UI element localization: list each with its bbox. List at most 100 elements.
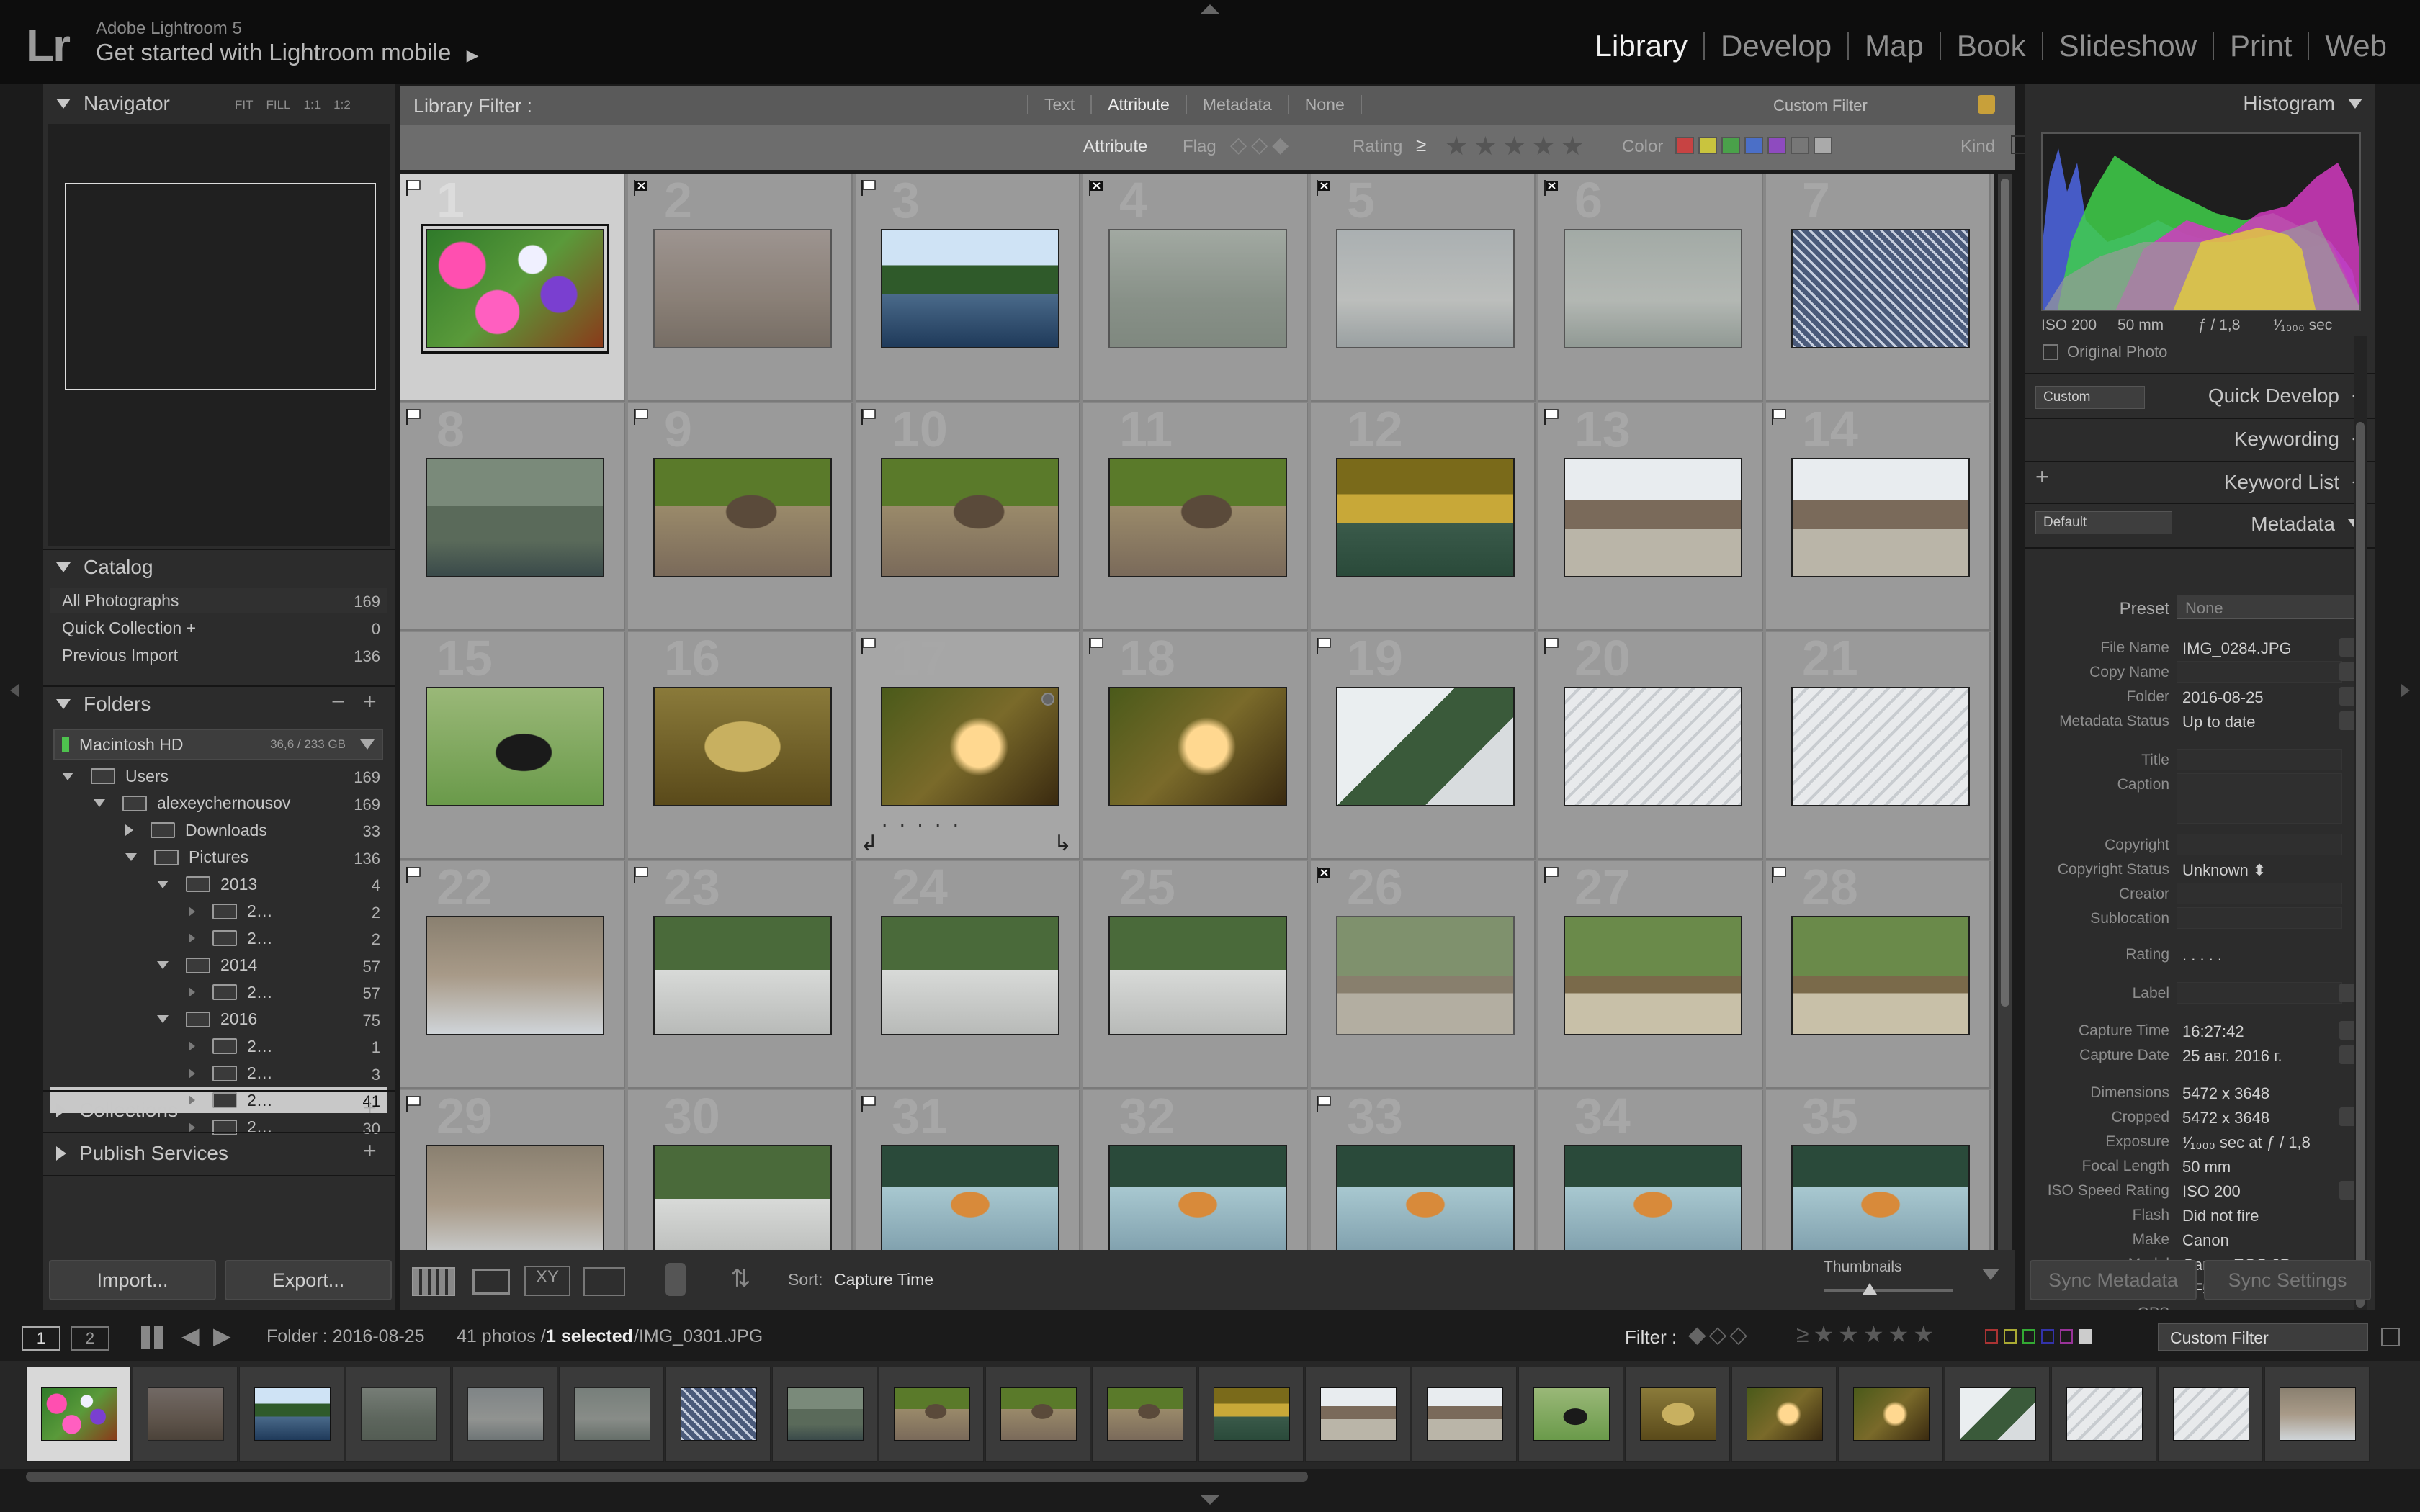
- reject-flag-icon[interactable]: [1315, 179, 1332, 197]
- folder-item[interactable]: 2013 4: [50, 871, 387, 897]
- rating-operator[interactable]: ≥: [1416, 134, 1426, 156]
- right-panel-scrollbar[interactable]: [2354, 336, 2367, 1315]
- publish-services-header[interactable]: Publish Services: [56, 1142, 228, 1165]
- photo-thumbnail[interactable]: [1108, 229, 1287, 348]
- color-swatch[interactable]: [1791, 137, 1809, 154]
- disclosure-triangle-icon[interactable]: [189, 1041, 195, 1051]
- module-develop[interactable]: Develop: [1703, 31, 1847, 61]
- photo-thumbnail[interactable]: [1108, 916, 1287, 1035]
- photo-thumbnail[interactable]: [421, 224, 609, 354]
- grid-cell[interactable]: 27: [1538, 860, 1763, 1089]
- metadata-field[interactable]: [2177, 907, 2342, 929]
- filter-tab-attribute[interactable]: Attribute: [1090, 95, 1186, 114]
- keywording-header[interactable]: Keywording: [2234, 428, 2362, 451]
- grid-scrollbar-thumb[interactable]: [2001, 179, 2009, 1007]
- metadata-field[interactable]: [2177, 883, 2342, 904]
- grid-cell[interactable]: 34: [1538, 1089, 1763, 1250]
- grid-cell[interactable]: 35: [1766, 1089, 1991, 1250]
- filmstrip-image[interactable]: [1640, 1387, 1716, 1441]
- grid-cell[interactable]: 6: [1538, 174, 1763, 402]
- filmstrip-color-filter[interactable]: [1985, 1329, 2092, 1344]
- navigator-preview-area[interactable]: [48, 124, 390, 546]
- module-map[interactable]: Map: [1847, 31, 1940, 61]
- filmstrip-image[interactable]: [1960, 1387, 2036, 1441]
- photo-thumbnail[interactable]: [1564, 229, 1742, 348]
- disclosure-triangle-icon[interactable]: [189, 1122, 195, 1133]
- photo-thumbnail[interactable]: [1791, 458, 1970, 577]
- grid-view-icon[interactable]: [141, 1326, 164, 1349]
- folder-item[interactable]: 2… 1: [50, 1033, 387, 1059]
- filmstrip-thumbnail[interactable]: [2051, 1367, 2156, 1462]
- filmstrip-folder[interactable]: Folder : 2016-08-25: [266, 1326, 425, 1347]
- volume-bar[interactable]: Macintosh HD 36,6 / 233 GB: [53, 729, 383, 760]
- grid-cell[interactable]: 28: [1766, 860, 1991, 1089]
- grid-cell[interactable]: 1: [400, 174, 625, 402]
- filmstrip-filter-preset-select[interactable]: Custom Filter: [2158, 1323, 2368, 1351]
- photo-thumbnail[interactable]: [653, 916, 832, 1035]
- filmstrip-thumbnail[interactable]: [1838, 1367, 1943, 1462]
- compare-view-icon[interactable]: XY: [524, 1266, 570, 1296]
- disclosure-triangle-icon[interactable]: [189, 987, 195, 997]
- pick-flag-icon[interactable]: [1543, 636, 1560, 655]
- photo-thumbnail[interactable]: [1564, 458, 1742, 577]
- photo-thumbnail[interactable]: [881, 916, 1059, 1035]
- add-publish-service-button[interactable]: +: [363, 1138, 377, 1164]
- filmstrip-thumbnail[interactable]: [1625, 1367, 1730, 1462]
- add-collection-button[interactable]: +: [363, 1094, 377, 1121]
- folder-item[interactable]: 2… 57: [50, 979, 387, 1005]
- folders-header[interactable]: Folders: [56, 693, 151, 716]
- grid-cell[interactable]: 33: [1311, 1089, 1536, 1250]
- filmstrip-image[interactable]: [1000, 1387, 1077, 1441]
- reject-flag-icon[interactable]: [632, 179, 650, 197]
- module-slideshow[interactable]: Slideshow: [2041, 31, 2213, 61]
- filmstrip-thumbnail[interactable]: [666, 1367, 771, 1462]
- photo-thumbnail[interactable]: [1564, 1145, 1742, 1250]
- folder-item[interactable]: 2… 3: [50, 1061, 387, 1086]
- filmstrip-thumbnail[interactable]: [772, 1367, 877, 1462]
- photo-thumbnail[interactable]: [426, 458, 604, 577]
- photo-thumbnail[interactable]: [426, 687, 604, 806]
- grid-cell[interactable]: 32: [1083, 1089, 1308, 1250]
- folder-item[interactable]: Users 169: [50, 763, 387, 789]
- original-photo-checkbox[interactable]: [2043, 344, 2058, 360]
- filmstrip-image[interactable]: [574, 1387, 650, 1441]
- catalog-item[interactable]: Previous Import 136: [50, 642, 387, 668]
- filmstrip-thumbnail[interactable]: [1945, 1367, 2050, 1462]
- photo-thumbnail[interactable]: [881, 1145, 1059, 1250]
- collections-header[interactable]: Collections: [56, 1099, 178, 1122]
- photo-thumbnail[interactable]: [1564, 687, 1742, 806]
- disclosure-triangle-icon[interactable]: [157, 1015, 169, 1023]
- grid-cell[interactable]: 20: [1538, 631, 1763, 860]
- metadata-preset-select[interactable]: Default: [2035, 511, 2172, 534]
- filmstrip-image[interactable]: [2280, 1387, 2356, 1441]
- filmstrip-image[interactable]: [41, 1387, 117, 1441]
- reject-flag-icon[interactable]: [1543, 179, 1560, 197]
- reject-flag-icon[interactable]: [1088, 179, 1105, 197]
- filmstrip-image[interactable]: [467, 1387, 544, 1441]
- photo-thumbnail[interactable]: [653, 229, 832, 348]
- filmstrip-thumbnail[interactable]: [1518, 1367, 1623, 1462]
- metadata-field[interactable]: [2177, 834, 2342, 855]
- grid-cell[interactable]: 7: [1766, 174, 1991, 402]
- sort-select[interactable]: Capture Time: [834, 1270, 933, 1290]
- thumbnail-grid[interactable]: 1 2 3 4 5 6 7 8 9 10 11 12 13 14 15 16 17. . . . . ↲ ↳ 18 19…: [400, 174, 1994, 1250]
- disclosure-triangle-icon[interactable]: [189, 906, 195, 917]
- photo-thumbnail[interactable]: [1336, 1145, 1515, 1250]
- collapse-right-icon[interactable]: [2401, 684, 2410, 697]
- pick-flag-icon[interactable]: [860, 408, 877, 426]
- filmstrip-flag-filter[interactable]: ◆◇◇: [1688, 1320, 1750, 1348]
- metadata-field[interactable]: [2177, 982, 2342, 1004]
- photo-thumbnail[interactable]: [1336, 458, 1515, 577]
- grid-cell[interactable]: 15: [400, 631, 625, 860]
- secondary-window-button[interactable]: 2: [71, 1326, 109, 1351]
- filmstrip-thumbnail[interactable]: [2264, 1367, 2370, 1462]
- photo-thumbnail[interactable]: [426, 916, 604, 1035]
- pick-flag-icon[interactable]: [405, 865, 422, 884]
- collapse-top-icon[interactable]: [1200, 4, 1220, 14]
- filmstrip-thumbnail[interactable]: [1731, 1367, 1837, 1462]
- pick-flag-icon[interactable]: [1315, 1094, 1332, 1113]
- disclosure-triangle-icon[interactable]: [125, 824, 133, 836]
- grid-cell[interactable]: 12: [1311, 402, 1536, 631]
- reject-flag-icon[interactable]: [1315, 865, 1332, 884]
- pick-flag-icon[interactable]: [632, 865, 650, 884]
